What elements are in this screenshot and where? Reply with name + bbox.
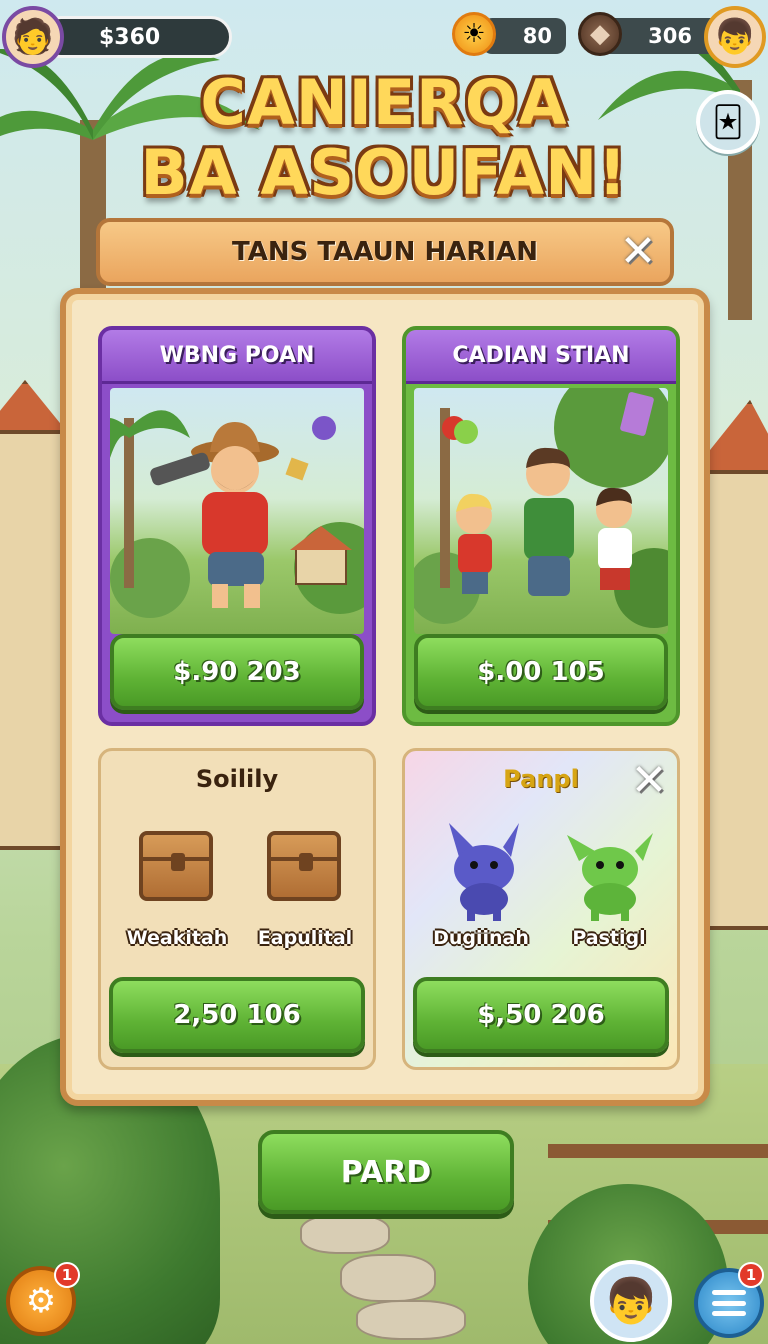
friend-profile-button[interactable]: 👦: [590, 1260, 672, 1342]
notification-badge: 1: [54, 1262, 80, 1288]
settings-button[interactable]: ⚙ 1: [6, 1262, 80, 1336]
gear-icon: ⚙: [25, 1281, 57, 1321]
family-scene: [414, 388, 668, 628]
chest-icon: [259, 821, 349, 911]
path-stone: [300, 1214, 390, 1254]
shop-panel: WBNG POAN $.90 203 CADIAN STIAN $.00 105…: [60, 288, 710, 1106]
offer-title: WBNG POAN: [102, 330, 372, 384]
buy-bundle-button[interactable]: 2,50 106: [109, 977, 365, 1053]
farmer-scene: [110, 410, 364, 618]
path-stone: [356, 1300, 466, 1340]
offer-card[interactable]: CADIAN STIAN $.00 105: [402, 326, 680, 726]
game-title-line1: CANIERQA: [200, 66, 568, 139]
bundle-card[interactable]: Soilily Weakitah Eapulital 2,50 106: [98, 748, 376, 1070]
blue-pet-icon: [449, 823, 519, 921]
item-label: Eapulital: [257, 927, 353, 949]
pard-button[interactable]: PARD: [258, 1130, 514, 1214]
item-label: Pastigl: [572, 927, 646, 949]
buy-offer-button[interactable]: $.00 105: [414, 634, 668, 710]
menu-button[interactable]: 1: [694, 1262, 764, 1338]
game-title-line2: BA ASOUFAN!: [140, 136, 628, 209]
money-counter: $360: [40, 16, 232, 58]
hamburger-icon: [712, 1290, 746, 1316]
bundle-title: Soilily: [195, 765, 279, 793]
offer-illustration: [414, 388, 668, 634]
friend-avatar-icon: 👦: [713, 17, 757, 57]
notification-badge: 1: [738, 1262, 764, 1288]
stone-resource-icon: ◆: [578, 12, 622, 56]
chest-icon: [131, 821, 221, 911]
bundle-card[interactable]: Panpl ✕ Dugiinah Pastigl $,50 206: [402, 748, 680, 1070]
item-label: Dugiinah: [433, 927, 529, 949]
path-stone: [340, 1254, 436, 1302]
green-pet-icon: [567, 833, 653, 921]
offer-card[interactable]: WBNG POAN $.90 203: [98, 326, 376, 726]
dialog-header: TANS TAAUN HARIAN ✕: [96, 218, 674, 286]
friend-avatar[interactable]: 👦: [704, 6, 766, 68]
dialog-title: TANS TAAUN HARIAN: [232, 237, 538, 267]
offer-illustration: [110, 388, 364, 634]
money-value: $360: [99, 24, 161, 50]
close-icon[interactable]: ✕: [616, 230, 660, 274]
player-avatar-icon: 🧑: [11, 17, 55, 57]
player-avatar[interactable]: 🧑: [2, 6, 64, 68]
stone-value: 306: [648, 24, 692, 48]
game-title: CANIERQA BA ASOUFAN!: [0, 68, 768, 208]
gem-value: 80: [522, 24, 552, 48]
buy-bundle-button[interactable]: $,50 206: [413, 977, 669, 1053]
close-icon[interactable]: ✕: [627, 759, 671, 803]
sun-gem-icon: ☀: [452, 12, 496, 56]
friend-avatar-icon: 👦: [603, 1276, 659, 1327]
offer-title: CADIAN STIAN: [406, 330, 676, 384]
item-label: Weakitah: [126, 927, 228, 949]
buy-offer-button[interactable]: $.90 203: [110, 634, 364, 710]
